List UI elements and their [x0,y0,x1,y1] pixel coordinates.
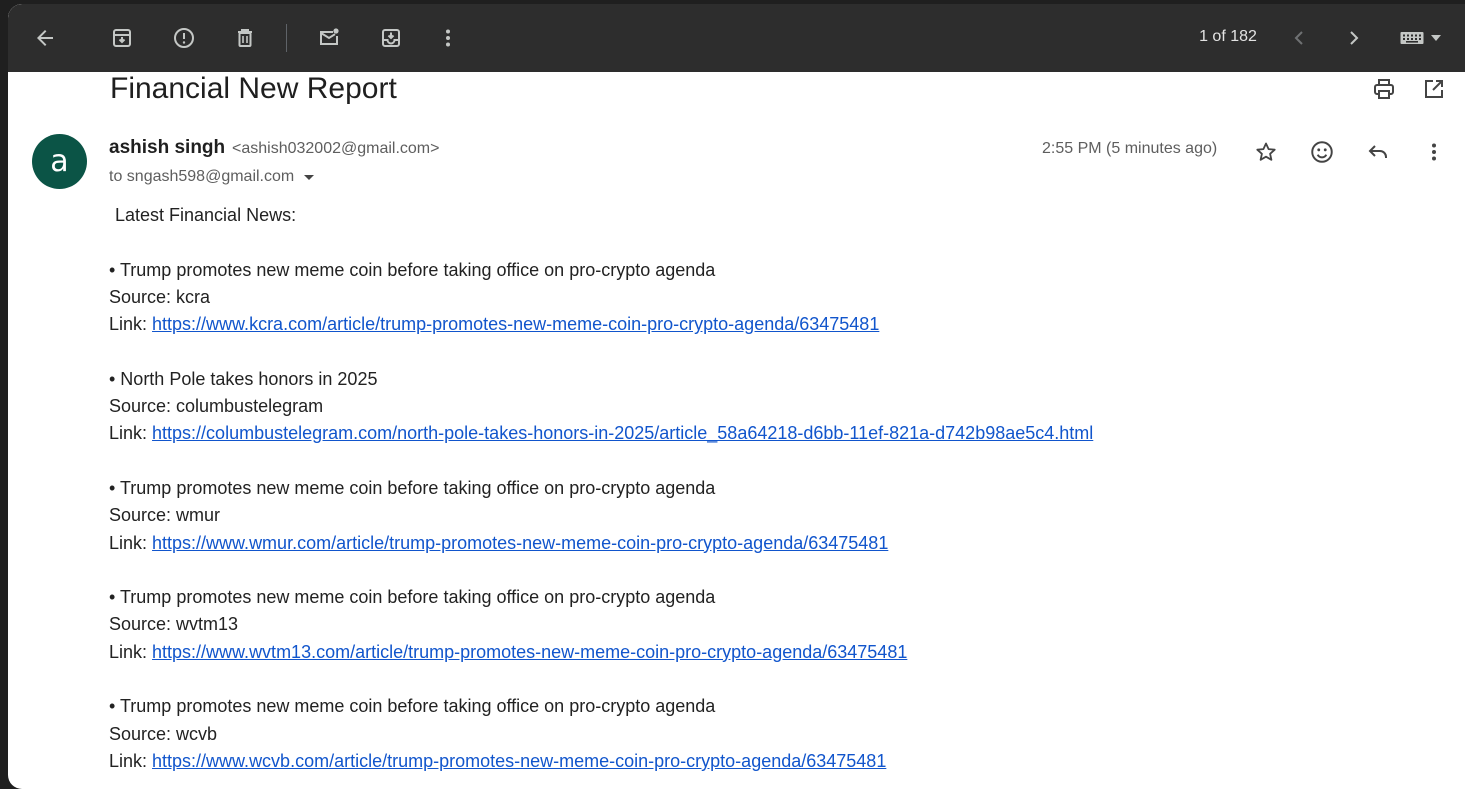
input-tools-button[interactable] [1392,20,1448,56]
link-label: Link: [109,750,153,771]
archive-button[interactable] [104,20,140,56]
more-vert-icon [1432,143,1436,161]
news-link-line: Link: https://www.wcvb.com/article/trump… [109,748,1309,775]
news-headline: • Trump promotes new meme coin before ta… [109,696,716,717]
news-link-line: Link: https://columbustelegram.com/north… [109,420,1309,447]
keyboard-icon [1400,32,1424,44]
email-body: Latest Financial News: • Trump promotes … [109,202,1309,775]
more-vert-icon [446,29,450,47]
reply-icon [1368,145,1387,158]
news-headline: • Trump promotes new meme coin before ta… [109,259,716,280]
newer-button[interactable] [1281,20,1317,56]
link-label: Link: [109,532,153,553]
add-reaction-button[interactable] [1304,134,1340,170]
more-options-button[interactable] [430,20,466,56]
news-link[interactable]: https://www.wcvb.com/article/trump-promo… [152,751,886,771]
move-to-button[interactable] [373,20,409,56]
news-link-line: Link: https://www.kcra.com/article/trump… [109,311,1309,338]
news-source: Source: kcra [109,286,211,307]
body-intro: Latest Financial News: [115,205,297,225]
report-spam-icon [174,28,194,48]
news-source: Source: wmur [109,505,221,526]
email-view: 1 of 182 Financial New Report a ashish s… [8,4,1465,789]
message-more-button[interactable] [1416,134,1452,170]
news-headline: • Trump promotes new meme coin before ta… [109,587,716,608]
print-all-button[interactable] [1368,73,1400,105]
star-button[interactable] [1248,134,1284,170]
caret-down-icon [1431,35,1441,41]
news-link[interactable]: https://columbustelegram.com/north-pole-… [152,423,1093,443]
star-icon [1256,142,1276,161]
news-link-line: Link: https://www.wvtm13.com/article/tru… [109,639,1309,666]
sender-email: <ashish032002@gmail.com> [232,140,440,157]
recipient-line: to sngash598@gmail.com [109,168,315,186]
emoji-icon [1311,141,1333,163]
news-link-line: Link: https://www.wmur.com/article/trump… [109,530,1309,557]
open-in-new-window-button[interactable] [1418,73,1450,105]
sender-avatar[interactable]: a [32,134,87,189]
link-label: Link: [109,423,153,444]
news-headline: • Trump promotes new meme coin before ta… [109,477,716,498]
back-arrow-icon [37,30,53,46]
back-button[interactable] [27,20,63,56]
news-source: Source: columbustelegram [109,396,324,417]
news-item: • Trump promotes new meme coin before ta… [109,693,1309,775]
sender-name[interactable]: ashish singh [109,137,225,159]
toolbar-divider [286,24,287,52]
move-to-icon [382,29,400,47]
mark-unread-button[interactable] [311,20,347,56]
archive-icon [113,29,131,47]
pagination-count: 1 of 182 [1199,28,1257,45]
report-spam-button[interactable] [166,20,202,56]
chevron-left-icon [1294,31,1303,45]
news-source: Source: wvtm13 [109,614,239,635]
delete-button[interactable] [227,20,263,56]
link-label: Link: [109,314,153,335]
news-source: Source: wcvb [109,723,218,744]
delete-icon [238,29,252,47]
news-link[interactable]: https://www.kcra.com/article/trump-promo… [152,314,879,334]
news-item: • North Pole takes honors in 2025 Source… [109,366,1309,448]
link-label: Link: [109,641,153,662]
news-item: • Trump promotes new meme coin before ta… [109,257,1309,339]
email-subject: Financial New Report [110,72,397,105]
older-button[interactable] [1336,20,1372,56]
show-details-caret-icon[interactable] [304,174,315,180]
news-item: • Trump promotes new meme coin before ta… [109,475,1309,557]
message-toolbar: 1 of 182 [8,4,1465,72]
news-headline: • North Pole takes honors in 2025 [109,368,378,389]
email-timestamp: 2:55 PM (5 minutes ago) [1042,140,1218,157]
reply-button[interactable] [1360,134,1396,170]
news-item: • Trump promotes new meme coin before ta… [109,584,1309,666]
chevron-right-icon [1350,31,1359,45]
news-link[interactable]: https://www.wvtm13.com/article/trump-pro… [152,642,907,662]
news-link[interactable]: https://www.wmur.com/article/trump-promo… [152,533,888,553]
mark-unread-icon [320,28,339,45]
recipient-text: to sngash598@gmail.com [109,168,295,185]
open-in-new-window-icon [1425,80,1443,98]
print-icon [1374,79,1394,99]
